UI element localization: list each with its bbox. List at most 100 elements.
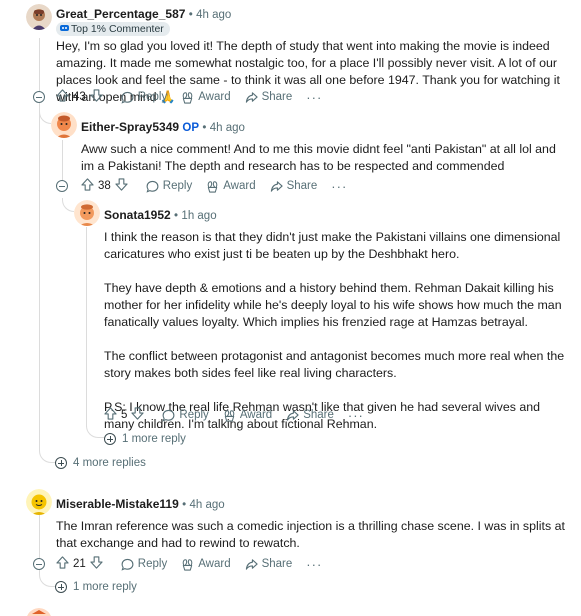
reply-button[interactable]: Reply <box>121 91 167 104</box>
op-badge: OP <box>182 122 200 134</box>
share-label: Share <box>261 91 293 103</box>
thread-elbow-c2 <box>39 110 51 124</box>
downvote-icon[interactable] <box>131 407 145 423</box>
award-label: Award <box>223 180 256 192</box>
thread-line-reply <box>62 140 63 184</box>
award-icon <box>182 558 193 571</box>
separator: • <box>182 499 187 511</box>
share-label: Share <box>261 558 293 570</box>
expand-icon <box>55 457 67 469</box>
avatar[interactable] <box>26 489 52 515</box>
timestamp[interactable]: 4h ago <box>210 122 245 134</box>
timestamp[interactable]: 4h ago <box>189 499 224 511</box>
vote-group: 21 <box>56 556 103 572</box>
overflow-menu-button[interactable]: ··· <box>306 557 322 572</box>
award-label: Award <box>198 558 231 570</box>
downvote-icon[interactable] <box>115 178 128 194</box>
more-replies-button[interactable]: 1 more reply <box>55 581 137 593</box>
username[interactable]: Sonata1952 <box>104 208 171 222</box>
more-replies-button[interactable]: 1 more reply <box>104 433 186 445</box>
upvote-icon[interactable] <box>104 407 117 423</box>
vote-group: 43 <box>56 89 103 105</box>
share-icon <box>287 409 299 421</box>
user-flair: Top 1% Commenter <box>56 22 170 36</box>
more-replies-button[interactable]: 4 more replies <box>55 457 146 469</box>
reply-label: Reply <box>162 180 193 192</box>
separator: • <box>174 210 179 222</box>
share-label: Share <box>286 180 318 192</box>
thread-elbow-c3 <box>62 198 74 212</box>
vote-count: 43 <box>73 91 86 103</box>
vote-group: 38 <box>81 178 128 194</box>
award-button[interactable]: Award <box>181 558 231 571</box>
more-replies-label: 1 more reply <box>73 581 137 593</box>
expand-icon <box>55 581 67 593</box>
award-button[interactable]: Award <box>206 180 256 193</box>
thread-elbow-more-c4 <box>39 574 55 587</box>
vote-group: 5 <box>104 407 145 423</box>
overflow-menu-button[interactable]: ··· <box>331 179 347 194</box>
award-icon <box>182 91 193 104</box>
collapse-button[interactable] <box>56 180 68 192</box>
expand-icon <box>104 433 116 445</box>
share-icon <box>245 558 258 570</box>
downvote-icon[interactable] <box>90 89 103 105</box>
separator: • <box>202 122 207 134</box>
thread-elbow-more-c3 <box>86 424 104 438</box>
username[interactable]: Miserable-Mistake119 <box>56 497 179 511</box>
comment-author[interactable]: Sonata1952 • 1h ago <box>104 208 217 222</box>
username[interactable]: Great_Percentage_587 <box>56 7 185 21</box>
comment-actions: 43 Reply Award Share ··· <box>56 88 322 106</box>
comment-author[interactable]: Miserable-Mistake119 • 4h ago <box>56 497 225 511</box>
reply-label: Reply <box>179 409 209 421</box>
avatar[interactable] <box>51 112 77 138</box>
overflow-menu-button[interactable]: ··· <box>306 90 322 105</box>
reply-button[interactable]: Reply <box>121 558 167 571</box>
overflow-menu-button[interactable]: ··· <box>348 408 364 423</box>
vote-count: 5 <box>121 409 128 421</box>
award-button[interactable]: Award <box>181 91 231 104</box>
comment-actions: 5 Reply Award Share ··· <box>104 406 364 424</box>
flair-text: Top 1% Commenter <box>71 23 164 35</box>
avatar[interactable] <box>26 608 52 616</box>
reply-icon <box>146 180 159 193</box>
share-button[interactable]: Share <box>245 91 293 104</box>
reply-icon <box>121 558 134 571</box>
award-label: Award <box>198 91 231 103</box>
comment-paragraph: I think the reason is that they didn't j… <box>104 230 561 261</box>
award-icon <box>224 409 235 422</box>
timestamp[interactable]: 4h ago <box>196 9 231 21</box>
flair-icon <box>60 23 69 35</box>
upvote-icon[interactable] <box>56 556 69 572</box>
thread-elbow-more-c1 <box>39 450 55 463</box>
vote-count: 21 <box>73 558 86 570</box>
comment-author[interactable]: Either-Spray5349 OP • 4h ago <box>81 120 245 134</box>
vote-count: 38 <box>98 180 111 192</box>
comment-author[interactable]: Great_Percentage_587 • 4h ago <box>56 7 231 21</box>
avatar[interactable] <box>26 4 52 30</box>
comment-paragraph: The conflict between protagonist and ant… <box>104 349 565 380</box>
upvote-icon[interactable] <box>56 89 69 105</box>
share-label: Share <box>303 409 334 421</box>
reply-button[interactable]: Reply <box>162 409 209 422</box>
reply-label: Reply <box>137 91 168 103</box>
share-button[interactable]: Share <box>286 409 334 422</box>
timestamp[interactable]: 1h ago <box>181 210 216 222</box>
award-label: Award <box>239 409 273 421</box>
share-button[interactable]: Share <box>270 180 318 193</box>
separator: • <box>188 9 193 21</box>
collapse-button[interactable] <box>33 91 45 103</box>
username[interactable]: Either-Spray5349 <box>81 120 179 134</box>
award-button[interactable]: Award <box>223 409 272 422</box>
reply-label: Reply <box>137 558 168 570</box>
reply-button[interactable]: Reply <box>146 180 192 193</box>
share-button[interactable]: Share <box>245 558 293 571</box>
comment-actions: 21 Reply Award Share ··· <box>56 555 322 573</box>
comment-paragraph: They have depth & emotions and a history… <box>104 281 562 329</box>
award-icon <box>207 180 218 193</box>
downvote-icon[interactable] <box>90 556 103 572</box>
avatar[interactable] <box>74 200 100 226</box>
collapse-button[interactable] <box>33 558 45 570</box>
comment-actions: 38 Reply Award Share ··· <box>81 177 347 195</box>
upvote-icon[interactable] <box>81 178 94 194</box>
